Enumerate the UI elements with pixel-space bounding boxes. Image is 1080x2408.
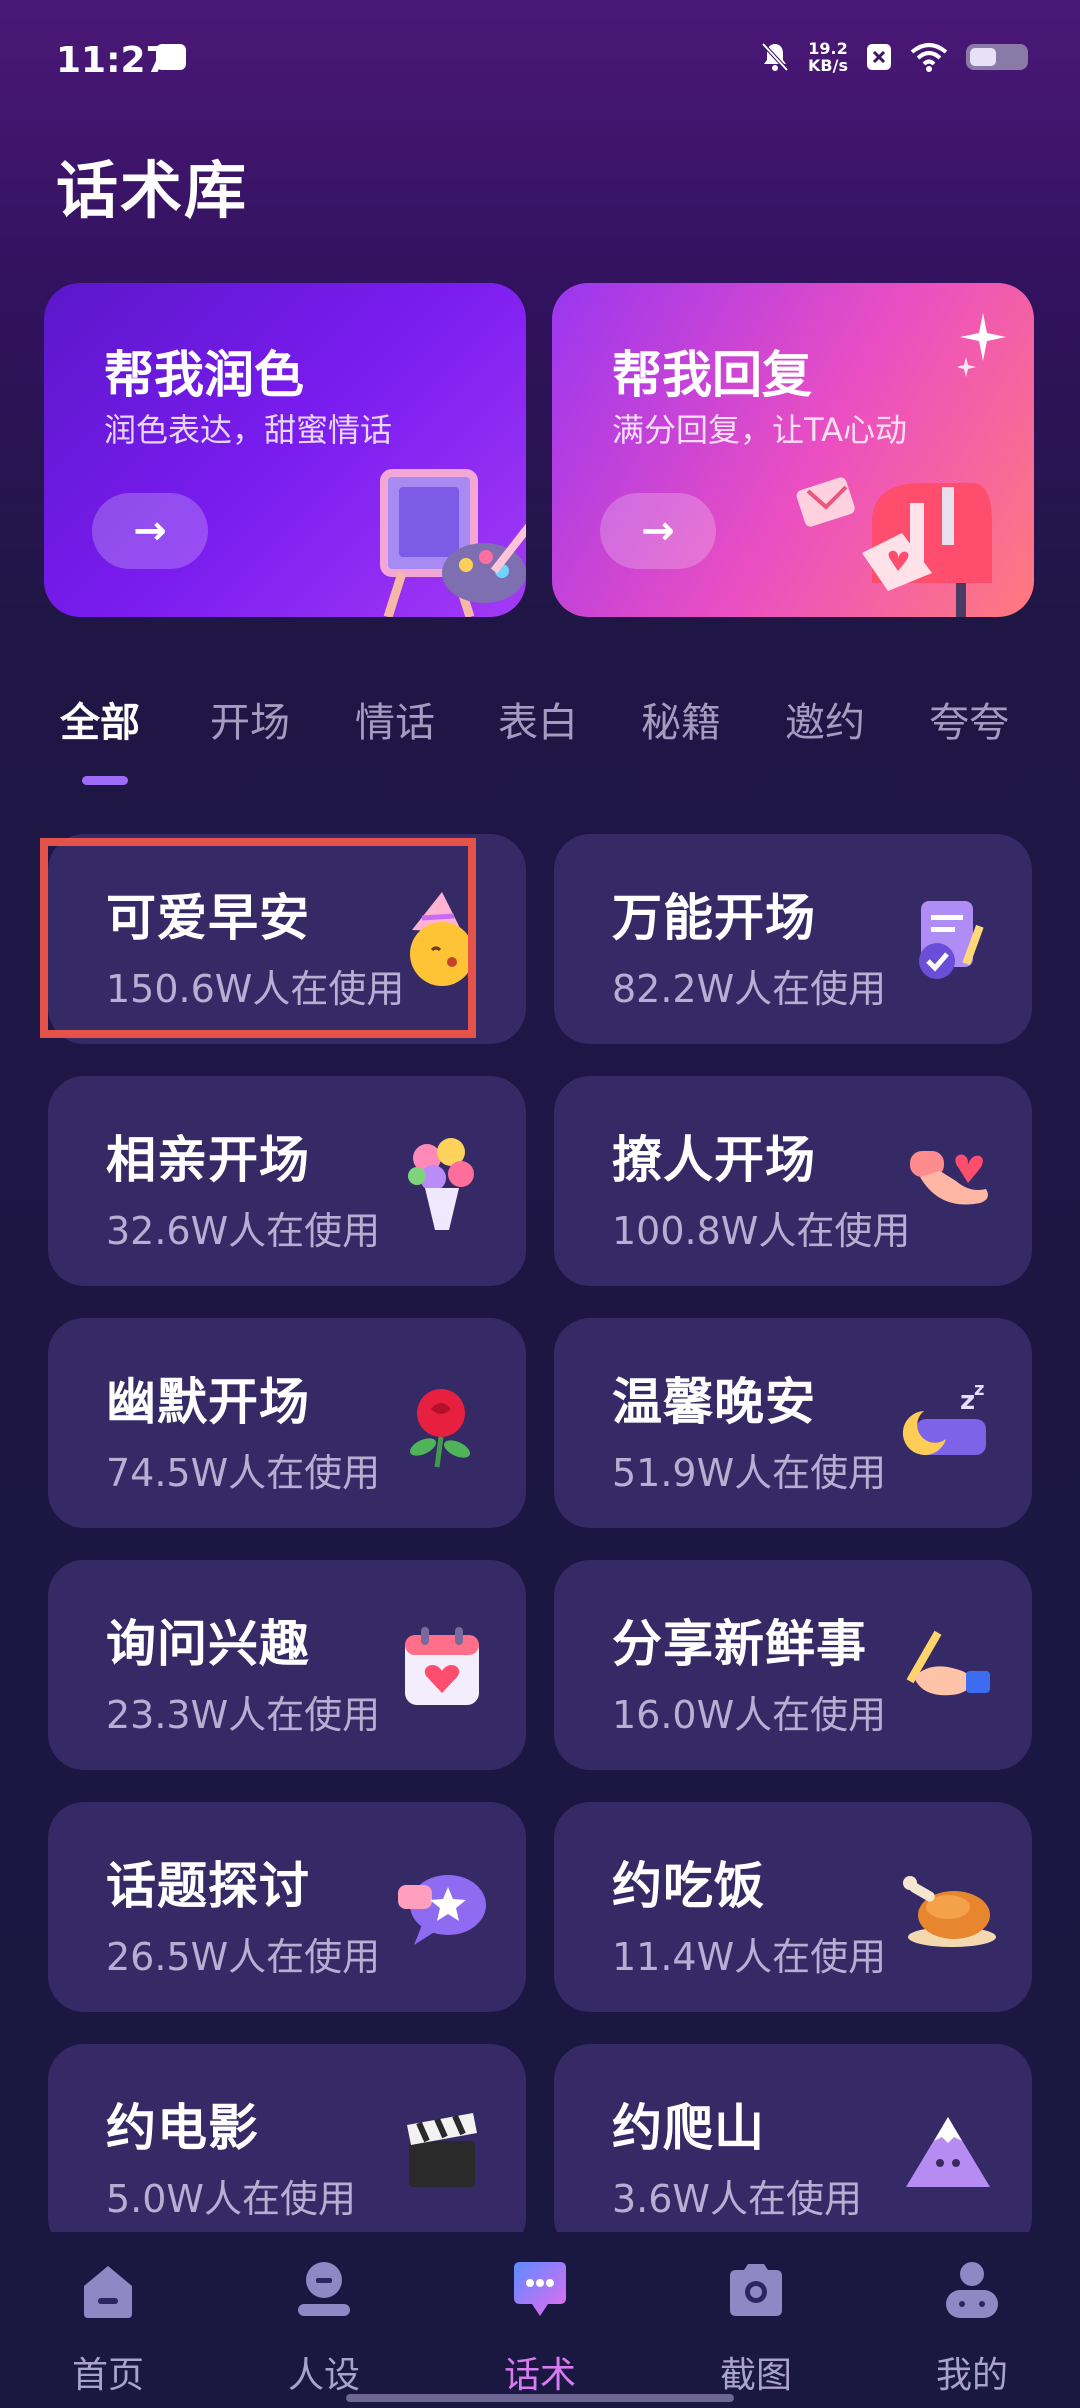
nav-mine[interactable]: 我的 bbox=[912, 2258, 1032, 2398]
card-usage: 26.5W人在使用 bbox=[106, 1935, 381, 1979]
network-speed: 19.2 KB/s bbox=[808, 40, 848, 74]
card-usage: 16.0W人在使用 bbox=[612, 1693, 887, 1737]
category-tabs: 全部 开场 情话 表白 秘籍 邀约 夸夸 bbox=[0, 690, 1080, 750]
status-bar: 11:27 19.2 KB/s bbox=[0, 0, 1080, 120]
tab-confession[interactable]: 表白 bbox=[498, 690, 578, 748]
calendar-heart-icon bbox=[392, 1616, 492, 1716]
mailbox-icon bbox=[796, 477, 992, 617]
nav-screenshot-label: 截图 bbox=[719, 2355, 792, 2396]
svg-text:z: z bbox=[974, 1379, 984, 1400]
card-title: 万能开场 bbox=[612, 889, 816, 947]
wifi-icon bbox=[910, 43, 948, 72]
card-usage: 32.6W人在使用 bbox=[106, 1209, 381, 1253]
camera-icon bbox=[730, 2264, 782, 2316]
nav-screenshot[interactable]: 截图 bbox=[696, 2258, 816, 2398]
card-title: 分享新鲜事 bbox=[612, 1615, 867, 1673]
nav-scripts-label: 话术 bbox=[503, 2355, 576, 2396]
page-title: 话术库 bbox=[56, 154, 249, 227]
status-time: 11:27 bbox=[56, 40, 171, 81]
reply-arrow-button[interactable]: → bbox=[600, 493, 716, 569]
card-warm-goodnight[interactable]: 温馨晚安 51.9W人在使用 z z bbox=[554, 1318, 1032, 1528]
polish-subtitle: 润色表达，甜蜜情话 bbox=[104, 411, 393, 449]
polish-title: 帮我润色 bbox=[104, 346, 304, 404]
card-blind-date-opening[interactable]: 相亲开场 32.6W人在使用 bbox=[48, 1076, 526, 1286]
selection-highlight bbox=[40, 838, 476, 1038]
reply-title: 帮我回复 bbox=[612, 346, 812, 404]
card-dinner-invite[interactable]: 约吃饭 11.4W人在使用 bbox=[554, 1802, 1032, 2012]
mute-bell-icon bbox=[761, 42, 789, 72]
nav-home-label: 首页 bbox=[71, 2355, 144, 2396]
nav-persona[interactable]: 人设 bbox=[264, 2258, 384, 2398]
mountain-icon bbox=[898, 2100, 998, 2200]
tab-tips[interactable]: 秘籍 bbox=[641, 690, 721, 748]
card-title: 约吃饭 bbox=[612, 1857, 765, 1915]
card-universal-opening[interactable]: 万能开场 82.2W人在使用 bbox=[554, 834, 1032, 1044]
card-usage: 100.8W人在使用 bbox=[612, 1209, 911, 1253]
checklist-icon bbox=[898, 890, 998, 990]
bouquet-icon bbox=[392, 1132, 492, 1232]
card-ask-interests[interactable]: 询问兴趣 23.3W人在使用 bbox=[48, 1560, 526, 1770]
bottom-navigation: 首页 人设 话术 截图 我的 bbox=[0, 2232, 1080, 2408]
card-usage: 23.3W人在使用 bbox=[106, 1693, 381, 1737]
hand-heart-icon bbox=[898, 1132, 998, 1232]
home-icon bbox=[84, 2266, 132, 2318]
card-title: 相亲开场 bbox=[106, 1131, 310, 1189]
card-share-news[interactable]: 分享新鲜事 16.0W人在使用 bbox=[554, 1560, 1032, 1770]
card-flirty-opening[interactable]: 撩人开场 100.8W人在使用 bbox=[554, 1076, 1032, 1286]
card-title: 温馨晚安 bbox=[612, 1373, 816, 1431]
tab-invite[interactable]: 邀约 bbox=[785, 690, 865, 748]
card-title: 话题探讨 bbox=[106, 1857, 310, 1915]
card-title: 约电影 bbox=[106, 2099, 259, 2157]
card-usage: 51.9W人在使用 bbox=[612, 1451, 887, 1495]
card-usage: 74.5W人在使用 bbox=[106, 1451, 381, 1495]
card-usage: 3.6W人在使用 bbox=[612, 2177, 863, 2221]
status-icons: 19.2 KB/s bbox=[760, 40, 1028, 74]
card-movie-invite[interactable]: 约电影 5.0W人在使用 bbox=[48, 2044, 526, 2254]
svg-text:z: z bbox=[960, 1386, 975, 1416]
tab-love-words[interactable]: 情话 bbox=[355, 690, 435, 748]
writing-hand-icon bbox=[898, 1616, 998, 1716]
card-title: 幽默开场 bbox=[106, 1373, 310, 1431]
clapperboard-icon bbox=[392, 2100, 492, 2200]
battery-icon bbox=[966, 44, 1028, 70]
rose-icon bbox=[392, 1374, 492, 1474]
card-humor-opening[interactable]: 幽默开场 74.5W人在使用 bbox=[48, 1318, 526, 1528]
card-usage: 82.2W人在使用 bbox=[612, 967, 887, 1011]
nav-mine-label: 我的 bbox=[935, 2355, 1008, 2396]
active-tab-indicator bbox=[82, 776, 128, 785]
roast-chicken-icon bbox=[898, 1858, 998, 1958]
speed-value: 19.2 bbox=[808, 39, 848, 58]
nav-scripts[interactable]: 话术 bbox=[480, 2258, 600, 2398]
card-title: 询问兴趣 bbox=[106, 1615, 310, 1673]
reply-card[interactable]: 帮我回复 满分回复，让TA心动 → bbox=[552, 283, 1034, 617]
card-title: 约爬山 bbox=[612, 2099, 765, 2157]
persona-icon bbox=[298, 2262, 350, 2316]
easel-palette-icon bbox=[380, 469, 526, 617]
message-notification-icon bbox=[156, 44, 186, 70]
reply-subtitle: 满分回复，让TA心动 bbox=[612, 411, 907, 449]
sparkle-icon bbox=[958, 313, 1006, 377]
moon-sleep-icon: z z bbox=[898, 1374, 998, 1474]
nav-home[interactable]: 首页 bbox=[48, 2258, 168, 2398]
polish-arrow-button[interactable]: → bbox=[92, 493, 208, 569]
profile-icon bbox=[946, 2262, 998, 2318]
speed-unit: KB/s bbox=[808, 56, 848, 75]
card-usage: 5.0W人在使用 bbox=[106, 2177, 357, 2221]
home-indicator[interactable] bbox=[346, 2394, 734, 2402]
tab-praise[interactable]: 夸夸 bbox=[929, 690, 1009, 748]
nav-persona-label: 人设 bbox=[287, 2355, 360, 2396]
card-title: 撩人开场 bbox=[612, 1131, 816, 1189]
close-box-icon bbox=[867, 44, 891, 70]
card-topic-discussion[interactable]: 话题探讨 26.5W人在使用 bbox=[48, 1802, 526, 2012]
chat-icon bbox=[514, 2262, 566, 2316]
tab-opening[interactable]: 开场 bbox=[210, 690, 290, 748]
card-usage: 11.4W人在使用 bbox=[612, 1935, 887, 1979]
chat-star-icon bbox=[392, 1858, 492, 1958]
tab-all[interactable]: 全部 bbox=[60, 690, 140, 748]
card-hiking-invite[interactable]: 约爬山 3.6W人在使用 bbox=[554, 2044, 1032, 2254]
polish-card[interactable]: 帮我润色 润色表达，甜蜜情话 → bbox=[44, 283, 526, 617]
